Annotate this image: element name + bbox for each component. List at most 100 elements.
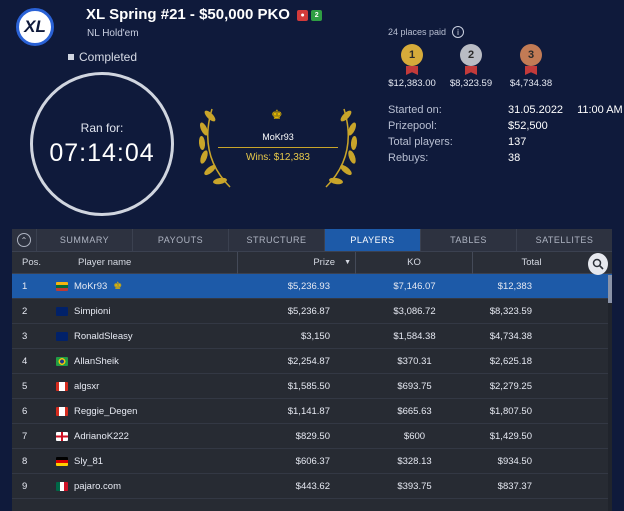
tab-summary[interactable]: SUMMARY — [36, 229, 132, 251]
collapse-button[interactable]: ⌃ — [12, 229, 36, 251]
table-row[interactable]: 6 Reggie_Degen $1,141.87 $665.63 $1,807.… — [12, 399, 612, 424]
tab-tables[interactable]: TABLES — [420, 229, 516, 251]
table-row[interactable]: 7 AdrianoK222 $829.50 $600 $1,429.50 — [12, 424, 612, 449]
tournament-stats: Started on: 31.05.2022 11:00 AM Prizepoo… — [388, 102, 623, 166]
row-player-name: Sly_81 — [74, 455, 104, 467]
row-player: MoKr93 ♚ — [52, 281, 238, 292]
run-time-label: Ran for: — [80, 120, 124, 135]
row-prize: $829.50 — [295, 430, 330, 442]
row-prize: $3,150 — [300, 330, 330, 342]
lithuania-flag-icon — [56, 281, 68, 291]
row-total: $2,625.18 — [489, 355, 532, 367]
uk-flag-icon — [56, 331, 68, 341]
stat-total-players: Total players: 137 — [388, 136, 527, 148]
table-row[interactable]: 9 pajaro.com $443.62 $393.75 $837.37 — [12, 474, 612, 499]
header-total[interactable]: Total — [473, 252, 590, 274]
row-player-name: Simpioni — [74, 305, 111, 317]
row-pos: 3 — [22, 330, 28, 342]
row-player-name: Reggie_Degen — [74, 405, 138, 417]
medal-third-amount: $4,734.38 — [509, 78, 553, 89]
places-paid: 24 places paid i — [388, 26, 465, 38]
sort-desc-icon: ▼ — [344, 258, 351, 266]
info-icon[interactable]: i — [452, 26, 465, 38]
players-table-body: 1 MoKr93 ♚ $5,236.93 $7,146.07 $12,383 2… — [12, 274, 612, 499]
details-panel: ⌃ SUMMARY PAYOUTS STRUCTURE PLAYERS TABL… — [12, 229, 612, 511]
stat-rebuys: Rebuys: 38 — [388, 152, 521, 164]
row-ko: $328.13 — [397, 455, 432, 467]
germany-flag-icon — [56, 456, 68, 466]
row-pos: 4 — [22, 355, 28, 367]
tab-payouts[interactable]: PAYOUTS — [132, 229, 228, 251]
header-pos[interactable]: Pos. — [12, 252, 52, 274]
row-player: Reggie_Degen — [52, 406, 238, 417]
canada-flag-icon — [56, 381, 68, 391]
medal-second-amount: $8,323.59 — [449, 78, 493, 89]
run-time-value: 07:14:04 — [49, 138, 155, 167]
status-square-icon — [68, 54, 74, 60]
run-time-circle: Ran for: 07:14:04 — [30, 72, 174, 216]
header-ko[interactable]: KO — [356, 251, 473, 274]
row-ko: $1,584.38 — [393, 330, 436, 342]
row-ko: $665.63 — [397, 405, 432, 417]
medal-second: 2 $8,323.59 — [446, 44, 496, 89]
winner-name: MoKr93 — [262, 132, 294, 142]
medal-first-amount: $12,383.00 — [388, 78, 436, 89]
header-prize[interactable]: Prize ▼ — [238, 251, 356, 274]
table-row[interactable]: 1 MoKr93 ♚ $5,236.93 $7,146.07 $12,383 — [12, 274, 612, 299]
row-ko: $393.75 — [397, 480, 432, 492]
row-total: $1,807.50 — [489, 405, 532, 417]
search-button[interactable] — [588, 253, 608, 275]
scrollbar-thumb[interactable] — [608, 275, 612, 303]
row-total: $837.37 — [497, 480, 532, 492]
row-total: $8,323.59 — [489, 305, 532, 317]
row-player: Simpioni — [52, 306, 238, 317]
table-row[interactable]: 8 Sly_81 $606.37 $328.13 $934.50 — [12, 449, 612, 474]
table-scrollbar[interactable] — [608, 275, 612, 511]
row-player: RonaldSleasy — [52, 331, 238, 342]
row-ko: $7,146.07 — [393, 280, 436, 292]
row-pos: 1 — [22, 280, 28, 292]
winner-laurel: ♚ MoKr93 Wins: $12,383 — [190, 95, 366, 195]
row-ko: $600 — [403, 430, 426, 442]
table-row[interactable]: 2 Simpioni $5,236.87 $3,086.72 $8,323.59 — [12, 299, 612, 324]
row-total: $1,429.50 — [489, 430, 532, 442]
gold-medal-icon: 1 — [401, 44, 423, 66]
row-pos: 7 — [22, 430, 28, 442]
tab-satellites[interactable]: SATELLITES — [516, 229, 612, 251]
tournament-title: XL Spring #21 - $50,000 PKO ● 2 — [86, 6, 323, 23]
stat-prizepool: Prizepool: $52,500 — [388, 120, 548, 132]
row-player-name: AdrianoK222 — [74, 430, 129, 442]
brazil-flag-icon — [56, 356, 68, 366]
reentry-badge-icon: 2 — [311, 9, 323, 21]
row-player-name: pajaro.com — [74, 480, 121, 492]
table-row[interactable]: 5 algsxr $1,585.50 $693.75 $2,279.25 — [12, 374, 612, 399]
uk-flag-icon — [56, 306, 68, 316]
row-pos: 2 — [22, 305, 28, 317]
chevron-up-icon: ⌃ — [17, 233, 31, 247]
stat-started: Started on: 31.05.2022 11:00 AM — [388, 104, 623, 116]
row-ko: $3,086.72 — [393, 305, 436, 317]
row-ko: $370.31 — [397, 355, 432, 367]
table-row[interactable]: 3 RonaldSleasy $3,150 $1,584.38 $4,734.3… — [12, 324, 612, 349]
row-prize: $5,236.93 — [287, 280, 330, 292]
knockout-badge-icon: ● — [297, 9, 309, 21]
england-flag-icon — [56, 431, 68, 441]
row-player-name: AllanSheik — [74, 355, 119, 367]
medal-first: 1 $12,383.00 — [387, 44, 437, 89]
row-player-name: RonaldSleasy — [74, 330, 133, 342]
tab-players[interactable]: PLAYERS — [324, 229, 420, 251]
tournament-status: Completed — [68, 50, 137, 64]
row-player: AdrianoK222 — [52, 431, 238, 442]
tab-structure[interactable]: STRUCTURE — [228, 229, 324, 251]
header-player-name[interactable]: Player name — [52, 251, 238, 274]
row-player: algsxr — [52, 381, 238, 392]
row-pos: 9 — [22, 480, 28, 492]
table-row[interactable]: 4 AllanSheik $2,254.87 $370.31 $2,625.18 — [12, 349, 612, 374]
row-prize: $606.37 — [295, 455, 330, 467]
row-total: $4,734.38 — [489, 330, 532, 342]
canada-flag-icon — [56, 406, 68, 416]
search-icon — [592, 258, 604, 270]
row-pos: 6 — [22, 405, 28, 417]
tab-bar: ⌃ SUMMARY PAYOUTS STRUCTURE PLAYERS TABL… — [12, 229, 612, 252]
row-prize: $5,236.87 — [287, 305, 330, 317]
